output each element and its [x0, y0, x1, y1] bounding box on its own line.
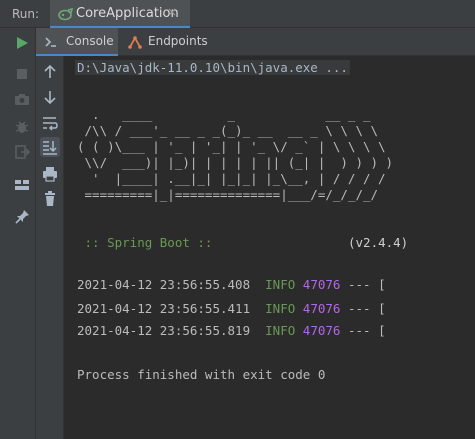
console-icon — [44, 35, 58, 49]
spring-app-icon — [58, 7, 74, 21]
trash-icon[interactable] — [40, 189, 60, 209]
scroll-to-end-icon[interactable] — [40, 137, 60, 157]
banner-line: ( ( )\___ | '_ | '_| | '_ \/ _` | \ \ \ … — [77, 139, 386, 154]
run-toolbar: Run: CoreApplication × — [0, 0, 475, 28]
tab-endpoints-label: Endpoints — [148, 34, 208, 48]
log-line: 2021-04-12 23:56:55.411 INFO 47076 --- [ — [77, 301, 386, 317]
console-actions-column — [36, 56, 64, 439]
spring-boot-version: (v2.4.4) — [348, 235, 409, 250]
run-label: Run: — [12, 7, 40, 21]
log-rest: --- [ — [347, 301, 386, 316]
banner-line: \\/ ___)| |_)| | | | | || (_| | ) ) ) ) — [77, 155, 394, 170]
log-level: INFO — [265, 301, 296, 316]
log-timestamp: 2021-04-12 23:56:55.411 — [77, 301, 251, 316]
stop-icon[interactable] — [13, 65, 31, 83]
log-pid: 47076 — [302, 301, 341, 316]
exit-icon[interactable] — [13, 143, 31, 161]
log-timestamp: 2021-04-12 23:56:55.819 — [77, 323, 251, 338]
log-pid: 47076 — [302, 277, 341, 292]
close-tab-icon[interactable]: × — [167, 5, 177, 19]
tab-console[interactable]: Console — [36, 28, 118, 56]
banner-line: /\\ / ___'_ __ _ _(_)_ __ __ _ \ \ \ \ — [77, 123, 379, 138]
console-output[interactable]: D:\Java\jdk-11.0.10\bin\java.exe ... . _… — [65, 56, 475, 439]
banner-line: =========|_|==============|___/=/_/_/_/ — [77, 187, 379, 202]
tab-console-label: Console — [66, 34, 114, 48]
log-rest: --- [ — [347, 277, 386, 292]
debug-icon[interactable] — [13, 118, 31, 136]
run-tab-core-application[interactable]: CoreApplication × — [50, 0, 190, 28]
log-timestamp: 2021-04-12 23:56:55.408 — [77, 277, 251, 292]
banner-line: ' |____| .__|_| |_|_| |_\__, | / / / / — [77, 171, 386, 186]
soft-wrap-icon[interactable] — [40, 113, 60, 133]
tab-endpoints[interactable]: Endpoints — [120, 28, 220, 56]
spring-boot-label: :: Spring Boot :: — [77, 235, 220, 250]
log-level: INFO — [265, 277, 296, 292]
exit-message: Process finished with exit code 0 — [77, 367, 326, 382]
log-line: 2021-04-12 23:56:55.819 INFO 47076 --- [ — [77, 323, 386, 339]
scroll-up-icon[interactable] — [40, 62, 60, 82]
layout-icon[interactable] — [13, 176, 31, 194]
command-line[interactable]: D:\Java\jdk-11.0.10\bin\java.exe ... — [75, 60, 350, 75]
run-tab-title: CoreApplication — [76, 6, 179, 21]
print-icon[interactable] — [40, 164, 60, 184]
spring-boot-line: :: Spring Boot :: (v2.4.4) — [77, 235, 409, 251]
run-actions-column — [8, 28, 36, 439]
log-pid: 47076 — [302, 323, 341, 338]
log-level: INFO — [265, 323, 296, 338]
run-subtabs: Console Endpoints — [36, 28, 475, 56]
banner-line: . ____ _ __ _ _ — [77, 107, 371, 122]
rerun-icon[interactable] — [13, 34, 31, 52]
pin-icon[interactable] — [13, 208, 31, 226]
endpoints-icon — [128, 35, 142, 49]
scroll-down-icon[interactable] — [40, 87, 60, 107]
camera-icon[interactable] — [13, 91, 31, 109]
log-rest: --- [ — [347, 323, 386, 338]
log-line: 2021-04-12 23:56:55.408 INFO 47076 --- [ — [77, 277, 386, 293]
